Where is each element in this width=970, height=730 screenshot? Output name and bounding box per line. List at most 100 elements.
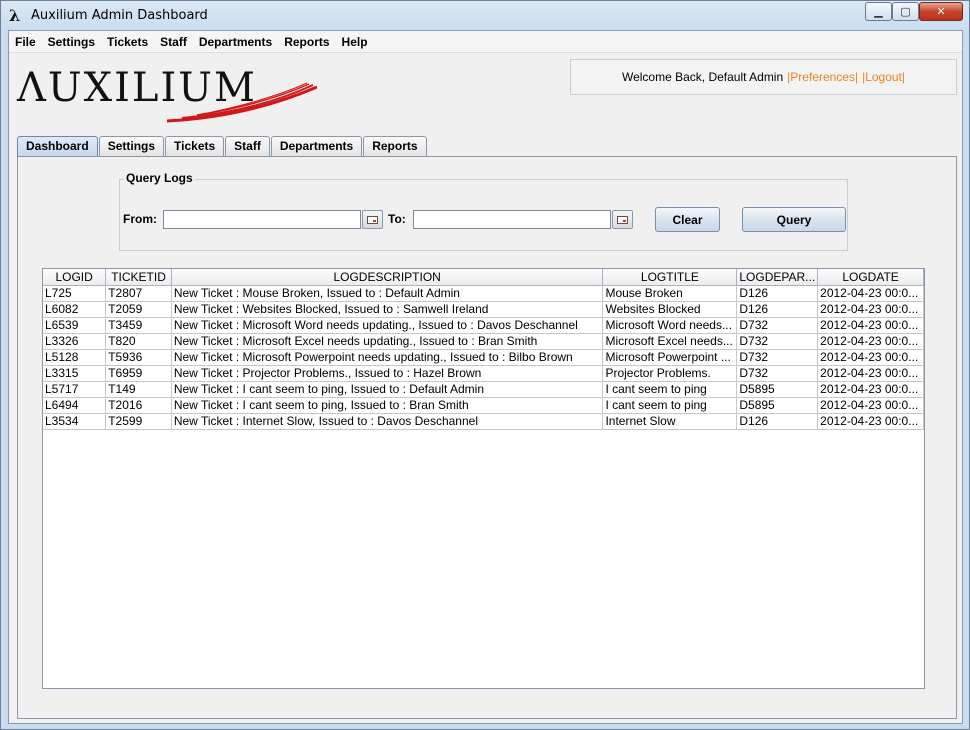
logs-table: LOGID TICKETID LOGDESCRIPTION LOGTITLE L…: [43, 269, 924, 430]
maximize-icon: ▢: [900, 5, 911, 18]
cell-logdepartment: D732: [736, 348, 819, 366]
cell-logdescription: New Ticket : Microsoft Word needs updati…: [170, 316, 604, 334]
cell-logdescription: New Ticket : Projector Problems., Issued…: [170, 364, 604, 382]
menu-reports[interactable]: Reports: [278, 31, 335, 53]
table-row[interactable]: L6494 T2016 New Ticket : I cant seem to pi…: [43, 396, 924, 414]
cell-logtitle: Microsoft Excel needs...: [602, 332, 738, 350]
menu-settings[interactable]: Settings: [42, 31, 101, 53]
logo-swoosh-icon: [166, 82, 317, 123]
menu-departments[interactable]: Departments: [193, 31, 278, 53]
cell-logid: L6082: [43, 300, 107, 318]
tab-dashboard[interactable]: Dashboard: [17, 136, 98, 156]
cell-logid: L6539: [43, 316, 107, 334]
table-row[interactable]: L6082 T2059 New Ticket : Websites Blocked,…: [43, 300, 924, 318]
app-window: λ Auxilium Admin Dashboard ▁ ▢ ✕ File Se…: [0, 0, 970, 730]
table-row[interactable]: L5717 T149 New Ticket : I cant seem to pin…: [43, 380, 924, 398]
table-header-row: LOGID TICKETID LOGDESCRIPTION LOGTITLE L…: [43, 269, 924, 286]
clear-button[interactable]: Clear: [655, 207, 720, 232]
query-button[interactable]: Query: [742, 207, 846, 232]
column-header-ticketid[interactable]: TICKETID: [105, 269, 172, 286]
tab-tickets[interactable]: Tickets: [165, 136, 225, 156]
title-bar[interactable]: λ Auxilium Admin Dashboard ▁ ▢ ✕: [1, 1, 969, 30]
close-button[interactable]: ✕: [919, 2, 963, 21]
cell-logdescription: New Ticket : Microsoft Excel needs updat…: [170, 332, 604, 350]
column-header-logdepartment[interactable]: LOGDEPAR...: [736, 269, 819, 286]
cell-logid: L6494: [43, 396, 107, 414]
cell-logdate: 2012-04-23 00:0...: [817, 348, 924, 366]
cell-logdescription: New Ticket : I cant seem to ping, Issued…: [170, 396, 604, 414]
calendar-icon: [367, 215, 378, 224]
cell-logtitle: Mouse Broken: [602, 284, 738, 302]
logout-link[interactable]: |Logout|: [862, 70, 905, 84]
table-row[interactable]: L3534 T2599 New Ticket : Internet Slow, Is…: [43, 412, 924, 430]
cell-logid: L3326: [43, 332, 107, 350]
cell-logid: L5128: [43, 348, 107, 366]
logs-table-container[interactable]: LOGID TICKETID LOGDESCRIPTION LOGTITLE L…: [42, 268, 925, 689]
table-row[interactable]: L5128 T5936 New Ticket : Microsoft Powerpo…: [43, 348, 924, 366]
cell-logdescription: New Ticket : Microsoft Powerpoint needs …: [170, 348, 604, 366]
cell-logid: L3534: [43, 412, 107, 430]
cell-ticketid: T2599: [105, 412, 172, 430]
table-row[interactable]: L3315 T6959 New Ticket : Projector Problem…: [43, 364, 924, 382]
menu-bar: File Settings Tickets Staff Departments …: [9, 31, 962, 53]
query-logs-legend: Query Logs: [124, 171, 195, 185]
cell-logdepartment: D126: [736, 412, 819, 430]
cell-ticketid: T2059: [105, 300, 172, 318]
cell-logdate: 2012-04-23 00:0...: [817, 284, 924, 302]
calendar-icon: [617, 215, 628, 224]
tab-settings[interactable]: Settings: [98, 136, 165, 156]
welcome-panel: Welcome Back, Default Admin |Preferences…: [570, 59, 957, 95]
close-icon: ✕: [936, 5, 946, 18]
maximize-button[interactable]: ▢: [892, 2, 919, 21]
to-calendar-button[interactable]: [612, 210, 633, 229]
column-header-logdescription[interactable]: LOGDESCRIPTION: [170, 269, 604, 286]
lambda-icon: λ: [9, 6, 21, 25]
cell-logdate: 2012-04-23 00:0...: [817, 396, 924, 414]
minimize-button[interactable]: ▁: [865, 2, 892, 21]
client-area: File Settings Tickets Staff Departments …: [8, 30, 963, 724]
cell-logdate: 2012-04-23 00:0...: [817, 380, 924, 398]
cell-logtitle: I cant seem to ping: [602, 396, 738, 414]
to-label: To:: [388, 212, 406, 226]
cell-ticketid: T2807: [105, 284, 172, 302]
column-header-logtitle[interactable]: LOGTITLE: [602, 269, 738, 286]
tab-departments[interactable]: Departments: [270, 136, 363, 156]
cell-ticketid: T820: [105, 332, 172, 350]
to-date-input[interactable]: [413, 210, 611, 229]
cell-logtitle: Internet Slow: [602, 412, 738, 430]
from-date-input[interactable]: [163, 210, 361, 229]
window-controls: ▁ ▢ ✕: [865, 2, 963, 21]
cell-logtitle: Projector Problems.: [602, 364, 738, 382]
cell-ticketid: T2016: [105, 396, 172, 414]
tab-staff[interactable]: Staff: [225, 136, 270, 156]
from-calendar-button[interactable]: [362, 210, 383, 229]
cell-logdescription: New Ticket : I cant seem to ping, Issued…: [170, 380, 604, 398]
menu-help[interactable]: Help: [336, 31, 374, 53]
cell-logtitle: Microsoft Powerpoint ...: [602, 348, 738, 366]
menu-tickets[interactable]: Tickets: [101, 31, 154, 53]
minimize-icon: ▁: [874, 5, 883, 18]
cell-logdate: 2012-04-23 00:0...: [817, 364, 924, 382]
cell-logdepartment: D126: [736, 284, 819, 302]
menu-file[interactable]: File: [9, 31, 42, 53]
cell-logdate: 2012-04-23 00:0...: [817, 316, 924, 334]
preferences-link[interactable]: |Preferences|: [787, 70, 858, 84]
column-header-logid[interactable]: LOGID: [43, 269, 107, 286]
cell-logtitle: Websites Blocked: [602, 300, 738, 318]
tab-reports[interactable]: Reports: [363, 136, 427, 156]
dashboard-panel: Query Logs From: To: Clear Query LOGID T…: [17, 156, 957, 719]
table-row[interactable]: L3326 T820 New Ticket : Microsoft Excel ne…: [43, 332, 924, 350]
cell-logdate: 2012-04-23 00:0...: [817, 300, 924, 318]
cell-logtitle: Microsoft Word needs...: [602, 316, 738, 334]
cell-ticketid: T5936: [105, 348, 172, 366]
cell-logdepartment: D732: [736, 316, 819, 334]
cell-ticketid: T6959: [105, 364, 172, 382]
column-header-logdate[interactable]: LOGDATE: [817, 269, 924, 286]
cell-logid: L5717: [43, 380, 107, 398]
table-row[interactable]: L725 T2807 New Ticket : Mouse Broken, Issu…: [43, 284, 924, 302]
menu-staff[interactable]: Staff: [154, 31, 193, 53]
table-row[interactable]: L6539 T3459 New Ticket : Microsoft Word ne…: [43, 316, 924, 334]
welcome-text: Welcome Back, Default Admin: [621, 70, 784, 84]
from-label: From:: [123, 212, 157, 226]
cell-logid: L3315: [43, 364, 107, 382]
